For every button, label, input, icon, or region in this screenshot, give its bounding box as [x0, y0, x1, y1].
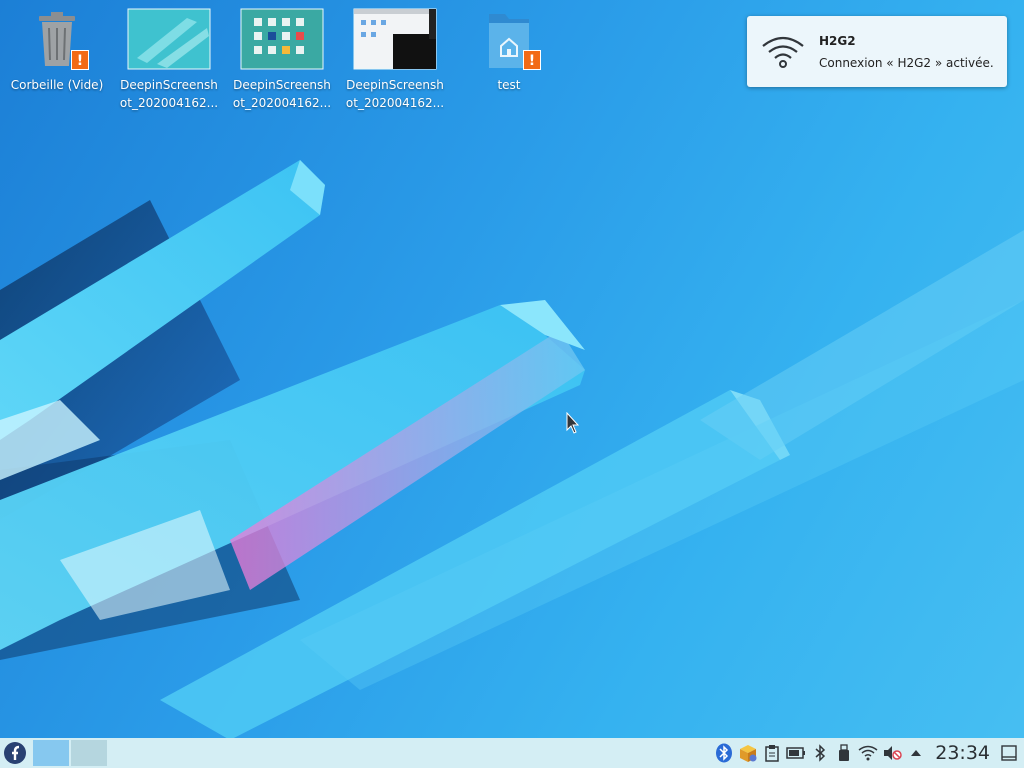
clock[interactable]: 23:34: [935, 742, 990, 764]
image-thumbnail-icon: [353, 8, 437, 70]
warning-badge-icon: !: [71, 50, 89, 70]
wifi-icon: [761, 34, 805, 73]
package-updater-icon[interactable]: [737, 738, 759, 768]
show-desktop-icon[interactable]: [998, 738, 1020, 768]
image-thumbnail-icon: [127, 8, 211, 70]
notification-title: H2G2: [819, 34, 856, 48]
desktop-icon-trash[interactable]: ! Corbeille (Vide): [5, 8, 109, 94]
desktop-icon-test-folder[interactable]: ! test: [457, 8, 561, 94]
desktop-icon-label: DeepinScreensh ot_202004162...: [119, 78, 219, 110]
system-tray: 23:34: [713, 738, 1024, 768]
clipboard-icon[interactable]: [761, 738, 783, 768]
bluetooth-app-icon[interactable]: [713, 738, 735, 768]
network-notification[interactable]: H2G2 Connexion « H2G2 » activée.: [747, 16, 1007, 87]
volume-muted-icon[interactable]: [881, 738, 903, 768]
notification-body: Connexion « H2G2 » activée.: [819, 56, 994, 70]
taskbar: 23:34: [0, 738, 1024, 768]
desktop-icon-label: DeepinScreensh ot_202004162...: [345, 78, 445, 110]
desktop-icon-label: Corbeille (Vide): [10, 78, 104, 92]
virtual-desktop-1[interactable]: [33, 740, 69, 766]
bluetooth-icon[interactable]: [809, 738, 831, 768]
desktop-icon-label: DeepinScreensh ot_202004162...: [232, 78, 332, 110]
virtual-desktop-2[interactable]: [71, 740, 107, 766]
desktop-icon-screenshot-2[interactable]: DeepinScreensh ot_202004162...: [230, 8, 334, 112]
usb-device-icon[interactable]: [833, 738, 855, 768]
image-thumbnail-icon: [240, 8, 324, 70]
desktop-icon-label: test: [497, 78, 521, 92]
mouse-pointer-icon: [566, 411, 580, 437]
desktop-icon-screenshot-1[interactable]: DeepinScreensh ot_202004162...: [117, 8, 221, 112]
desktop-icon-screenshot-3[interactable]: DeepinScreensh ot_202004162...: [343, 8, 447, 112]
desktop-wallpaper: [0, 0, 1024, 768]
wifi-icon[interactable]: [857, 738, 879, 768]
home-folder-icon: !: [467, 8, 551, 70]
warning-badge-icon: !: [523, 50, 541, 70]
fedora-logo-icon[interactable]: [3, 741, 27, 765]
trash-icon: !: [15, 8, 99, 70]
expand-tray-arrow-icon[interactable]: [905, 738, 927, 768]
battery-icon[interactable]: [785, 738, 807, 768]
